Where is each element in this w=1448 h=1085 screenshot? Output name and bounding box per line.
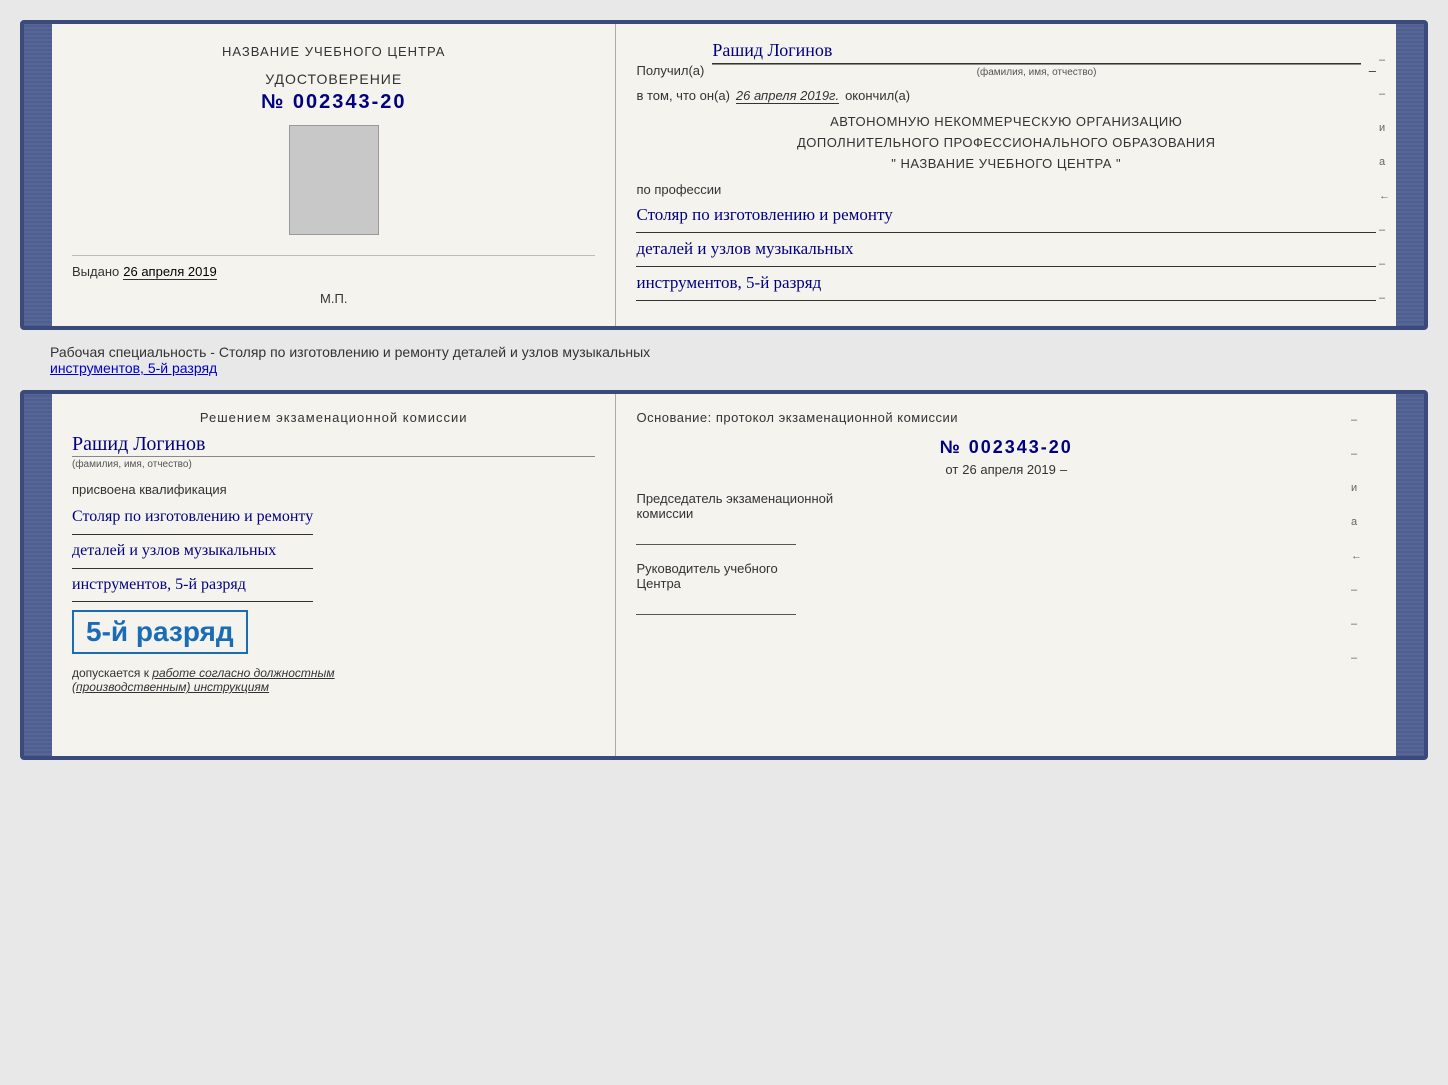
org-line3: " НАЗВАНИЕ УЧЕБНОГО ЦЕНТРА " — [636, 154, 1376, 175]
dash-1: – — [1369, 63, 1376, 78]
director-label2: Центра — [636, 576, 680, 591]
osnovaniye-label: Основание: протокол экзаменационной коми… — [636, 410, 1376, 425]
director-signature-line — [636, 595, 796, 615]
card1-content: НАЗВАНИЕ УЧЕБНОГО ЦЕНТРА УДОСТОВЕРЕНИЕ №… — [52, 24, 1396, 326]
mark-dash2: – — [1379, 88, 1390, 100]
profession-label: по профессии — [636, 182, 1376, 197]
udostoverenie-title: УДОСТОВЕРЕНИЕ — [261, 71, 407, 87]
chairman-label: Председатель экзаменационной комиссии — [636, 491, 1376, 521]
qual-line3: инструментов, 5-й разряд — [72, 571, 313, 603]
person-subtitle: (фамилия, имя, отчество) — [72, 456, 595, 470]
vtom-prefix: в том, что он(а) — [636, 88, 729, 103]
spine-right-2 — [1396, 394, 1424, 756]
photo-placeholder — [289, 125, 379, 235]
spine-left-2 — [24, 394, 52, 756]
protocol-block: № 002343-20 от 26 апреля 2019 – — [636, 437, 1376, 477]
qual-line1: Столяр по изготовлению и ремонту — [72, 503, 313, 535]
mark-dash3: – — [1379, 224, 1390, 236]
razryad-box: 5-й разряд — [72, 610, 248, 654]
org-line1: АВТОНОМНУЮ НЕКОММЕРЧЕСКУЮ ОРГАНИЗАЦИЮ — [636, 112, 1376, 133]
profession-text: Столяр по изготовлению и ремонту деталей… — [636, 201, 1376, 301]
card2-left-panel: Решением экзаменационной комиссии Рашид … — [52, 394, 616, 756]
chairman-section: Председатель экзаменационной комиссии — [636, 491, 1376, 545]
mark2-dash5: – — [1351, 652, 1362, 664]
profession-line3: инструментов, 5-й разряд — [636, 269, 1376, 301]
profession-line1: Столяр по изготовлению и ремонту — [636, 201, 1376, 233]
profession-line2: деталей и узлов музыкальных — [636, 235, 1376, 267]
qual-line2: деталей и узлов музыкальных — [72, 537, 313, 569]
document-card-2: Решением экзаменационной комиссии Рашид … — [20, 390, 1428, 760]
org-line2: ДОПОЛНИТЕЛЬНОГО ПРОФЕССИОНАЛЬНОГО ОБРАЗО… — [636, 133, 1376, 154]
mark-dash4: – — [1379, 258, 1390, 270]
protocol-number: № 002343-20 — [636, 437, 1376, 458]
mark-a: а — [1379, 156, 1390, 168]
dopusk-cursive: работе согласно должностным — [152, 666, 334, 680]
ot-date: 26 апреля 2019 — [962, 462, 1056, 477]
ot-prefix: от — [945, 462, 958, 477]
ot-row: от 26 апреля 2019 – — [636, 462, 1376, 477]
mp-label: М.П. — [320, 291, 347, 306]
mark2-a: а — [1351, 516, 1362, 528]
person-name-block: Рашид Логинов (фамилия, имя, отчество) — [72, 433, 595, 470]
between-text: Рабочая специальность - Столяр по изгото… — [50, 344, 650, 360]
card2-content: Решением экзаменационной комиссии Рашид … — [52, 394, 1396, 756]
dopusk-cursive2: (производственным) инструкциям — [72, 680, 269, 694]
director-label1: Руководитель учебного — [636, 561, 777, 576]
page-wrapper: НАЗВАНИЕ УЧЕБНОГО ЦЕНТРА УДОСТОВЕРЕНИЕ №… — [20, 20, 1428, 760]
card2-right-panel: Основание: протокол экзаменационной коми… — [616, 394, 1396, 756]
card1-right-panel: Получил(а) Рашид Логинов (фамилия, имя, … — [616, 24, 1396, 326]
mark-dash1: – — [1379, 54, 1390, 66]
mark-i: и — [1379, 122, 1390, 134]
mark2-arrow: ← — [1351, 550, 1362, 562]
recipient-row: Получил(а) Рашид Логинов (фамилия, имя, … — [636, 40, 1376, 78]
vtom-row: в том, что он(а) 26 апреля 2019г. окончи… — [636, 88, 1376, 104]
razryad-text: 5-й разряд — [86, 616, 234, 647]
separator-1 — [72, 255, 595, 256]
dopusk-prefix: допускается к — [72, 666, 149, 680]
between-text2: инструментов, 5-й разряд — [50, 360, 217, 376]
recipient-name: Рашид Логинов — [712, 40, 1360, 64]
ot-dash: – — [1060, 462, 1067, 477]
mark2-i: и — [1351, 482, 1362, 494]
vtom-date: 26 апреля 2019г. — [736, 88, 839, 104]
card1-left-panel: НАЗВАНИЕ УЧЕБНОГО ЦЕНТРА УДОСТОВЕРЕНИЕ №… — [52, 24, 616, 326]
mark-arrow: ← — [1379, 190, 1390, 202]
udostoverenie-number: № 002343-20 — [261, 91, 407, 114]
issued-date: 26 апреля 2019 — [123, 264, 217, 280]
dopuskaetsya-text: допускается к работе согласно должностны… — [72, 666, 335, 694]
decision-title: Решением экзаменационной комиссии — [72, 410, 595, 425]
issued-prefix: Выдано — [72, 264, 119, 279]
recipient-subtitle: (фамилия, имя, отчество) — [712, 64, 1360, 78]
training-center-label: НАЗВАНИЕ УЧЕБНОГО ЦЕНТРА — [222, 44, 445, 59]
mark2-dash4: – — [1351, 618, 1362, 630]
mark2-dash3: – — [1351, 584, 1362, 596]
chairman-signature-line — [636, 525, 796, 545]
recipient-prefix: Получил(а) — [636, 63, 704, 78]
between-label: Рабочая специальность - Столяр по изгото… — [20, 338, 1428, 378]
vtom-suffix: окончил(а) — [845, 88, 910, 103]
director-label: Руководитель учебного Центра — [636, 561, 1376, 591]
person-name: Рашид Логинов — [72, 433, 595, 456]
director-section: Руководитель учебного Центра — [636, 561, 1376, 615]
chairman-label2: комиссии — [636, 506, 693, 521]
mark2-dash2: – — [1351, 448, 1362, 460]
prisvoena-text: присвоена квалификация — [72, 482, 227, 497]
chairman-label1: Председатель экзаменационной — [636, 491, 833, 506]
udostoverenie-section: УДОСТОВЕРЕНИЕ № 002343-20 — [261, 71, 407, 114]
spine-right-1 — [1396, 24, 1424, 326]
mark-dash5: – — [1379, 292, 1390, 304]
document-card-1: НАЗВАНИЕ УЧЕБНОГО ЦЕНТРА УДОСТОВЕРЕНИЕ №… — [20, 20, 1428, 330]
qualification-text: Столяр по изготовлению и ремонту деталей… — [72, 503, 313, 604]
issued-section: Выдано 26 апреля 2019 — [72, 264, 595, 280]
mark2-dash1: – — [1351, 414, 1362, 426]
spine-left-1 — [24, 24, 52, 326]
org-block: АВТОНОМНУЮ НЕКОММЕРЧЕСКУЮ ОРГАНИЗАЦИЮ ДО… — [636, 112, 1376, 174]
